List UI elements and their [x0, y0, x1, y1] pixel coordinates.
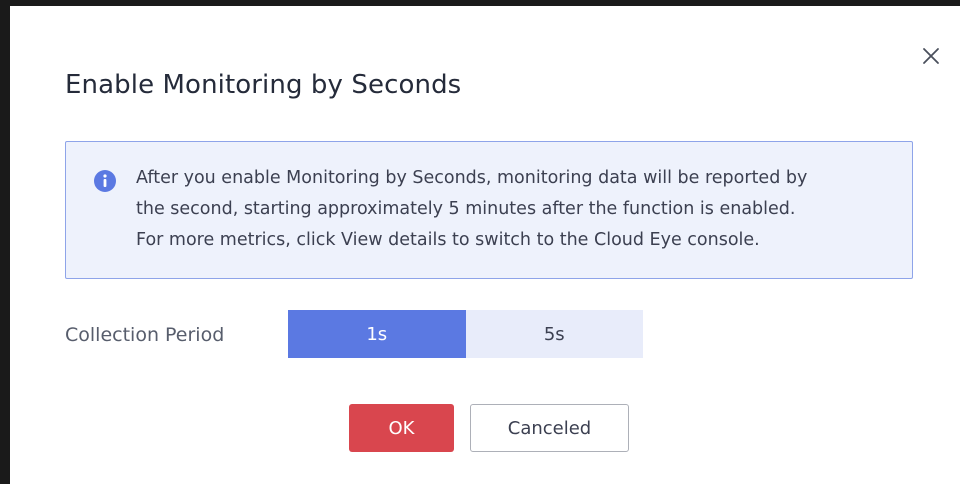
info-icon [94, 170, 116, 192]
close-icon [922, 47, 940, 65]
collection-period-selector: 1s 5s [288, 310, 643, 358]
dialog-title: Enable Monitoring by Seconds [65, 70, 462, 100]
alert-line: the second, starting approximately 5 min… [136, 199, 796, 219]
close-button[interactable] [911, 36, 951, 76]
period-option-5s[interactable]: 5s [465, 310, 643, 358]
period-option-1s[interactable]: 1s [288, 310, 466, 358]
collection-period-label: Collection Period [65, 324, 225, 346]
alert-line: After you enable Monitoring by Seconds, … [136, 168, 808, 188]
alert-line: For more metrics, click View details to … [136, 230, 760, 250]
alert-message: After you enable Monitoring by Seconds, … [136, 163, 906, 256]
ok-button[interactable]: OK [349, 404, 454, 452]
window-left-edge [0, 0, 10, 484]
cancel-button[interactable]: Canceled [470, 404, 629, 452]
screenshot-frame: Enable Monitoring by Seconds After you e… [0, 0, 960, 484]
info-alert: After you enable Monitoring by Seconds, … [65, 141, 913, 279]
enable-monitoring-dialog: Enable Monitoring by Seconds After you e… [10, 6, 960, 484]
